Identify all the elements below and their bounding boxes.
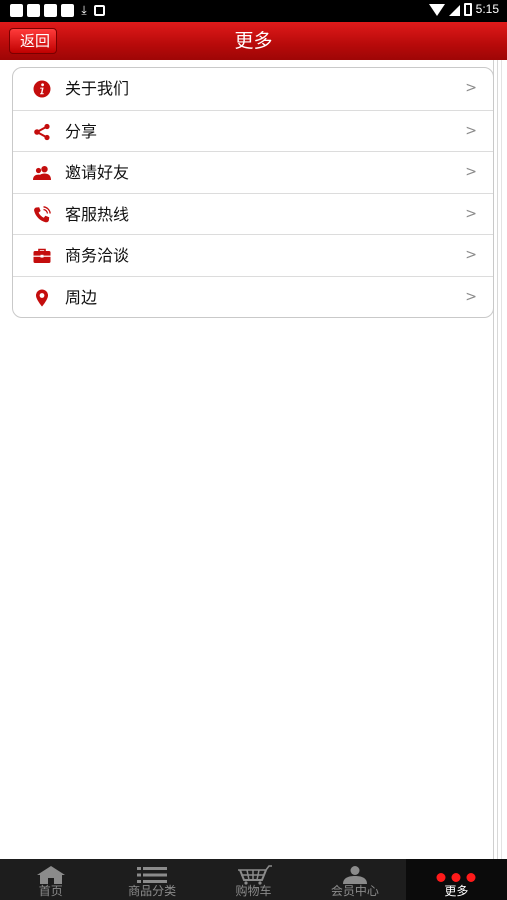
list-icon <box>137 867 168 883</box>
signal-icon <box>448 5 460 16</box>
menu-item-service-hotline[interactable]: 客服热线 > <box>13 192 493 235</box>
invite-friends-icon <box>33 166 51 180</box>
phone-icon <box>34 205 51 222</box>
info-icon <box>33 80 51 98</box>
notification-icons: ⤓ <box>10 4 105 17</box>
bottom-tab-bar: 首页 商品分类 购物车 会员中心 更多 <box>0 859 507 900</box>
tab-categories[interactable]: 商品分类 <box>101 859 202 900</box>
chevron-right-icon: > <box>465 164 477 180</box>
user-icon <box>342 866 367 884</box>
tab-member-center[interactable]: 会员中心 <box>304 859 405 900</box>
battery-icon <box>463 3 472 16</box>
menu-item-business-talk[interactable]: 商务洽谈 > <box>13 234 493 276</box>
menu-item-label: 关于我们 <box>65 79 130 98</box>
cart-icon <box>237 865 272 885</box>
notification-icon <box>10 4 23 17</box>
menu-item-label: 客服热线 <box>65 204 130 224</box>
notification-icon <box>94 5 105 16</box>
title-bar: 更多 返回 <box>0 22 507 60</box>
tab-more[interactable]: 更多 <box>405 859 507 900</box>
tab-label: 会员中心 <box>330 884 379 898</box>
menu-item-share[interactable]: 分享 > <box>13 109 493 152</box>
tab-label: 购物车 <box>235 884 272 898</box>
menu-item-label: 商务洽谈 <box>65 246 130 265</box>
briefcase-icon <box>33 248 51 263</box>
notification-icon <box>44 4 57 17</box>
location-pin-icon <box>36 289 48 306</box>
back-button[interactable]: 返回 <box>9 28 58 54</box>
menu-item-about-us[interactable]: 关于我们 > <box>13 68 493 110</box>
share-icon <box>34 123 50 140</box>
chevron-right-icon: > <box>465 205 477 222</box>
menu-item-nearby[interactable]: 周边 > <box>13 275 493 318</box>
scroll-edge <box>501 60 502 860</box>
menu-item-label: 分享 <box>65 121 98 141</box>
chevron-right-icon: > <box>465 288 477 305</box>
more-dots-icon <box>436 873 476 882</box>
chevron-right-icon: > <box>465 80 477 96</box>
tab-cart[interactable]: 购物车 <box>203 859 304 900</box>
tab-label: 更多 <box>444 884 469 898</box>
more-menu-list: 关于我们 > 分享 > 邀请好友 > 客服热线 > 商务洽谈 > 周边 > <box>12 67 494 318</box>
tab-home[interactable]: 首页 <box>0 859 101 900</box>
scroll-edge <box>497 60 498 860</box>
page-title: 更多 <box>234 30 273 52</box>
menu-item-label: 邀请好友 <box>65 163 130 182</box>
wifi-icon <box>428 4 445 16</box>
download-icon: ⤓ <box>81 3 87 17</box>
chevron-right-icon: > <box>465 247 477 263</box>
notification-icon <box>27 4 40 17</box>
status-bar: ⤓ 5:15 <box>0 0 507 22</box>
clock: 5:15 <box>475 2 499 16</box>
notification-icon <box>61 4 74 17</box>
tab-label: 商品分类 <box>128 884 177 898</box>
tab-label: 首页 <box>38 884 63 898</box>
menu-item-invite-friends[interactable]: 邀请好友 > <box>13 151 493 193</box>
chevron-right-icon: > <box>465 122 477 139</box>
home-icon <box>36 866 65 884</box>
menu-item-label: 周边 <box>65 287 98 307</box>
system-status: 5:15 <box>428 2 499 16</box>
